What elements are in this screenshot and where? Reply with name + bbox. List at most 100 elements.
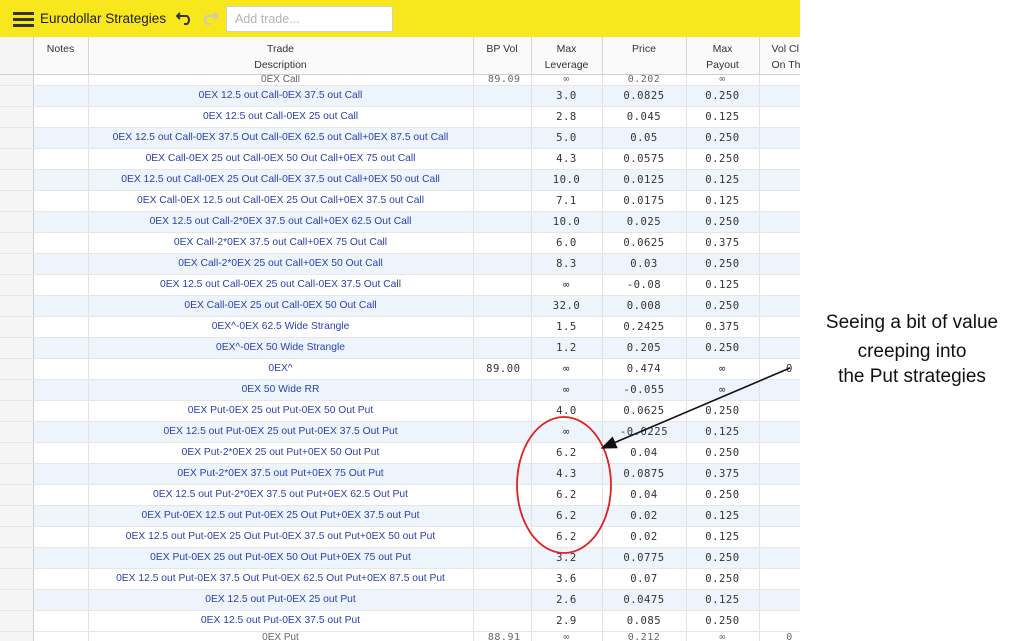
max-leverage-cell[interactable]: 6.2 — [531, 505, 603, 527]
description-cell[interactable]: 0EX Call-0EX 12.5 out Call-0EX 25 Out Ca… — [88, 190, 474, 212]
vol-change-cell[interactable] — [759, 610, 800, 632]
table-row[interactable]: 0EX^-0EX 62.5 Wide Strangle 1.5 0.2425 0.37… — [0, 316, 800, 338]
table-row[interactable]: 0EX Call-2*0EX 37.5 out Call+0EX 75 Out … — [0, 232, 800, 254]
max-payout-cell[interactable]: 0.125 — [686, 169, 760, 191]
max-payout-cell[interactable]: 0.125 — [686, 589, 760, 611]
description-cell[interactable]: 0EX Call-0EX 25 out Call-0EX 50 Out Call… — [88, 148, 474, 170]
max-leverage-cell[interactable]: 4.3 — [531, 463, 603, 485]
table-row[interactable]: 0EX Put-0EX 12.5 out Put-0EX 25 Out Put+… — [0, 505, 800, 527]
notes-cell[interactable] — [33, 74, 89, 86]
col-header-price[interactable]: Price — [602, 37, 687, 75]
price-cell[interactable]: 0.07 — [602, 568, 687, 590]
table-row[interactable]: 0EX 12.5 out Call-0EX 25 out Call-0EX 37… — [0, 274, 800, 296]
description-cell[interactable]: 0EX^-0EX 62.5 Wide Strangle — [88, 316, 474, 338]
max-leverage-cell[interactable]: ∞ — [531, 631, 603, 641]
max-leverage-cell[interactable]: 6.0 — [531, 232, 603, 254]
notes-cell[interactable] — [33, 190, 89, 212]
description-cell[interactable]: 0EX 12.5 out Call-0EX 25 out Call — [88, 106, 474, 128]
vol-change-cell[interactable] — [759, 85, 800, 107]
vol-change-cell[interactable] — [759, 211, 800, 233]
max-payout-cell[interactable]: ∞ — [686, 74, 760, 86]
max-payout-cell[interactable]: 0.250 — [686, 148, 760, 170]
max-leverage-cell[interactable]: ∞ — [531, 379, 603, 401]
price-cell[interactable]: 0.04 — [602, 442, 687, 464]
bp-vol-cell[interactable] — [473, 211, 532, 233]
max-leverage-cell[interactable]: 1.2 — [531, 337, 603, 359]
notes-cell[interactable] — [33, 484, 89, 506]
bp-vol-cell[interactable] — [473, 526, 532, 548]
vol-change-cell[interactable] — [759, 589, 800, 611]
description-cell[interactable]: 0EX 12.5 out Put-0EX 37.5 Out Put-0EX 62… — [88, 568, 474, 590]
bp-vol-cell[interactable]: 88.91 — [473, 631, 532, 641]
description-cell[interactable]: 0EX^ — [88, 358, 474, 380]
max-payout-cell[interactable]: 0.250 — [686, 547, 760, 569]
price-cell[interactable]: 0.0125 — [602, 169, 687, 191]
table-row[interactable]: 0EX Put-2*0EX 37.5 out Put+0EX 75 Out Pu… — [0, 463, 800, 485]
bp-vol-cell[interactable] — [473, 547, 532, 569]
max-leverage-cell[interactable]: ∞ — [531, 274, 603, 296]
table-row[interactable]: 0EX Put-2*0EX 25 out Put+0EX 50 Out Put 6… — [0, 442, 800, 464]
max-leverage-cell[interactable]: 5.0 — [531, 127, 603, 149]
notes-cell[interactable] — [33, 463, 89, 485]
price-cell[interactable]: 0.0475 — [602, 589, 687, 611]
redo-icon[interactable] — [200, 11, 218, 25]
max-leverage-cell[interactable]: 10.0 — [531, 211, 603, 233]
price-cell[interactable]: 0.045 — [602, 106, 687, 128]
max-leverage-cell[interactable]: 6.2 — [531, 442, 603, 464]
max-payout-cell[interactable]: 0.125 — [686, 421, 760, 443]
bp-vol-cell[interactable]: 89.00 — [473, 358, 532, 380]
table-row-partial-bottom[interactable]: 0EX Put 88.91 ∞ 0.212 ∞ 0 — [0, 631, 800, 641]
price-cell[interactable]: 0.008 — [602, 295, 687, 317]
price-cell[interactable]: 0.05 — [602, 127, 687, 149]
price-cell[interactable]: -0.08 — [602, 274, 687, 296]
max-payout-cell[interactable]: ∞ — [686, 379, 760, 401]
vol-change-cell[interactable] — [759, 442, 800, 464]
table-row[interactable]: 0EX 12.5 out Call-0EX 25 out Call 2.8 0.04… — [0, 106, 800, 128]
table-row[interactable]: 0EX Call-0EX 25 out Call-0EX 50 Out Call… — [0, 148, 800, 170]
notes-cell[interactable] — [33, 379, 89, 401]
table-row[interactable]: 0EX Call-0EX 12.5 out Call-0EX 25 Out Ca… — [0, 190, 800, 212]
vol-change-cell[interactable] — [759, 106, 800, 128]
max-leverage-cell[interactable]: 10.0 — [531, 169, 603, 191]
description-cell[interactable]: 0EX Put-0EX 25 out Put-0EX 50 Out Put+0E… — [88, 547, 474, 569]
vol-change-cell[interactable] — [759, 337, 800, 359]
col-header-trade-description[interactable]: Trade Description — [88, 37, 474, 75]
bp-vol-cell[interactable] — [473, 484, 532, 506]
description-cell[interactable]: 0EX Put-0EX 12.5 out Put-0EX 25 Out Put+… — [88, 505, 474, 527]
bp-vol-cell[interactable] — [473, 106, 532, 128]
table-row[interactable]: 0EX Put-0EX 25 out Put-0EX 50 Out Put 4.0… — [0, 400, 800, 422]
bp-vol-cell[interactable] — [473, 505, 532, 527]
max-leverage-cell[interactable]: 8.3 — [531, 253, 603, 275]
price-cell[interactable]: 0.02 — [602, 526, 687, 548]
bp-vol-cell[interactable]: 89.09 — [473, 74, 532, 86]
max-leverage-cell[interactable]: 6.2 — [531, 484, 603, 506]
description-cell[interactable]: 0EX^-0EX 50 Wide Strangle — [88, 337, 474, 359]
bp-vol-cell[interactable] — [473, 169, 532, 191]
notes-cell[interactable] — [33, 547, 89, 569]
max-leverage-cell[interactable]: 3.2 — [531, 547, 603, 569]
max-leverage-cell[interactable]: 6.2 — [531, 526, 603, 548]
notes-cell[interactable] — [33, 106, 89, 128]
max-leverage-cell[interactable]: ∞ — [531, 421, 603, 443]
vol-change-cell[interactable] — [759, 74, 800, 86]
description-cell[interactable]: 0EX 12.5 out Put-0EX 25 Out Put-0EX 37.5… — [88, 526, 474, 548]
description-cell[interactable]: 0EX 12.5 out Call-0EX 25 out Call-0EX 37… — [88, 274, 474, 296]
notes-cell[interactable] — [33, 568, 89, 590]
table-row[interactable]: 0EX 12.5 out Put-0EX 25 out Put-0EX 37.5… — [0, 421, 800, 443]
max-payout-cell[interactable]: 0.250 — [686, 337, 760, 359]
bp-vol-cell[interactable] — [473, 190, 532, 212]
notes-cell[interactable] — [33, 421, 89, 443]
description-cell[interactable]: 0EX Put-2*0EX 37.5 out Put+0EX 75 Out Pu… — [88, 463, 474, 485]
price-cell[interactable]: 0.085 — [602, 610, 687, 632]
max-leverage-cell[interactable]: 3.6 — [531, 568, 603, 590]
col-header-notes[interactable]: Notes — [33, 37, 89, 75]
notes-cell[interactable] — [33, 274, 89, 296]
max-payout-cell[interactable]: 0.125 — [686, 526, 760, 548]
table-row[interactable]: 0EX^ 89.00 ∞ 0.474 ∞ 0 — [0, 358, 800, 380]
vol-change-cell[interactable] — [759, 421, 800, 443]
col-header-vol-change[interactable]: Vol Cl On Th — [759, 37, 800, 75]
max-payout-cell[interactable]: 0.375 — [686, 316, 760, 338]
table-row[interactable]: 0EX 12.5 out Call-2*0EX 37.5 out Call+0E… — [0, 211, 800, 233]
vol-change-cell[interactable] — [759, 295, 800, 317]
table-row[interactable]: 0EX 12.5 out Call-0EX 37.5 out Call 3.0 0.… — [0, 85, 800, 107]
